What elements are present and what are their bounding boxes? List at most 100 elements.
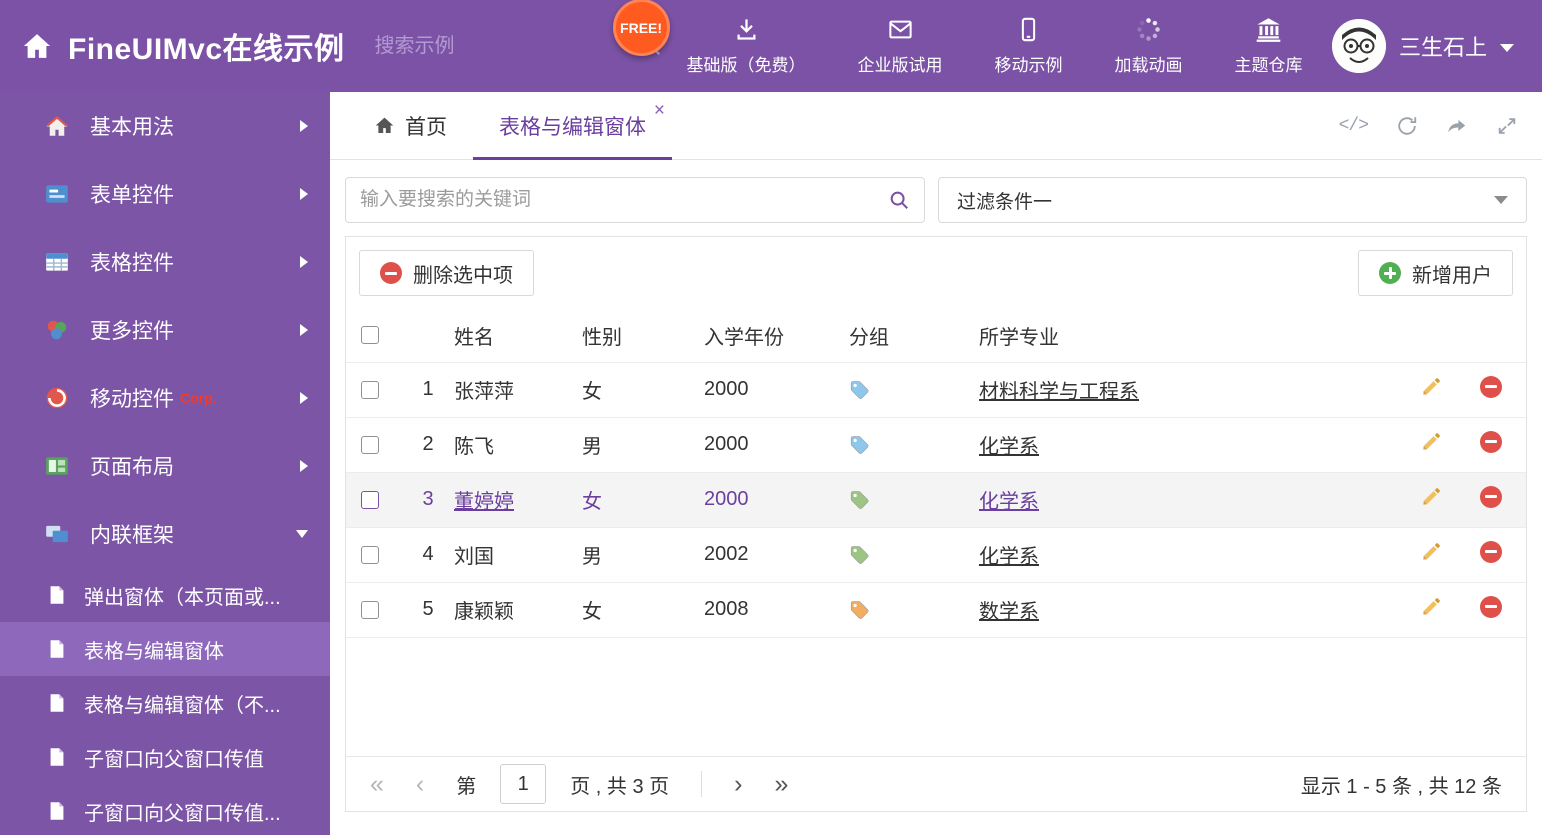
delete-selected-button[interactable]: 删除选中项 xyxy=(359,250,534,296)
user-menu[interactable]: 三生石上 xyxy=(1331,19,1542,73)
nav-label: 基础版（免费） xyxy=(686,56,806,75)
column-header-major[interactable]: 所学专业 xyxy=(975,309,1406,363)
tag-icon xyxy=(849,434,975,455)
row-checkbox[interactable] xyxy=(361,435,379,454)
delete-icon[interactable] xyxy=(1480,595,1502,618)
source-code-icon[interactable]: </> xyxy=(1339,116,1369,136)
sidebar-item-more-controls[interactable]: 更多控件 xyxy=(0,296,330,364)
avatar xyxy=(1331,19,1386,73)
sidebar-subitem-grid-edit-window-2[interactable]: 表格与编辑窗体（不... xyxy=(0,676,330,730)
sidebar-item-basic-usage[interactable]: 基本用法 xyxy=(0,92,330,160)
sidebar-subitem-label: 子窗口向父窗口传值... xyxy=(84,802,281,825)
chevron-down-icon xyxy=(296,530,308,538)
last-page-button[interactable]: » xyxy=(774,771,788,797)
nav-label: 加载动画 xyxy=(1114,56,1183,75)
table-row[interactable]: 2 陈飞 男 2000 化学系 xyxy=(346,417,1526,473)
search-icon[interactable] xyxy=(888,189,910,211)
sidebar: 基本用法 表单控件 表格控件 更多控件 移动控件 Corp. 页面布局 内联框架… xyxy=(0,92,330,835)
select-all-checkbox[interactable] xyxy=(361,326,379,345)
column-header-name[interactable]: 姓名 xyxy=(450,309,578,363)
page-label-prefix: 第 xyxy=(456,775,477,798)
tab-grid-edit-window[interactable]: 表格与编辑窗体 × xyxy=(473,92,672,160)
delete-icon[interactable] xyxy=(1480,430,1502,453)
sidebar-subitem-label: 表格与编辑窗体（不... xyxy=(84,694,281,717)
spinner-icon xyxy=(1135,16,1162,43)
header-search-input[interactable] xyxy=(374,34,640,58)
sidebar-subitem-grid-edit-window[interactable]: 表格与编辑窗体 xyxy=(0,622,330,676)
first-page-button[interactable]: « xyxy=(370,771,384,797)
cell-gender: 女 xyxy=(578,472,700,528)
caret-down-icon xyxy=(1494,196,1508,204)
cell-index: 4 xyxy=(406,527,450,583)
filter-dropdown[interactable]: 过滤条件一 xyxy=(938,177,1527,223)
delete-icon[interactable] xyxy=(1480,485,1502,508)
nav-basic-free[interactable]: FREE! 基础版（免费） xyxy=(612,0,806,76)
chevron-right-icon xyxy=(300,392,308,404)
sidebar-item-inline-frame[interactable]: 内联框架 xyxy=(0,500,330,568)
table-row[interactable]: 4 刘国 男 2002 化学系 xyxy=(346,527,1526,583)
major-link[interactable]: 化学系 xyxy=(979,491,1039,513)
major-link[interactable]: 数学系 xyxy=(979,601,1039,623)
frame-icon xyxy=(44,521,70,547)
column-header-group[interactable]: 分组 xyxy=(845,309,975,363)
edit-icon[interactable] xyxy=(1420,375,1443,398)
next-page-button[interactable]: › xyxy=(734,771,742,797)
major-link[interactable]: 化学系 xyxy=(979,546,1039,568)
cell-name: 刘国 xyxy=(450,527,578,583)
sidebar-subitem-child-to-parent-2[interactable]: 子窗口向父窗口传值... xyxy=(0,784,330,835)
keyword-search xyxy=(345,177,925,223)
edit-icon[interactable] xyxy=(1420,485,1443,508)
sidebar-item-form-controls[interactable]: 表单控件 xyxy=(0,160,330,228)
row-checkbox[interactable] xyxy=(361,380,379,399)
cell-index: 1 xyxy=(406,362,450,418)
edit-icon[interactable] xyxy=(1420,540,1443,563)
major-link[interactable]: 化学系 xyxy=(979,436,1039,458)
share-icon[interactable] xyxy=(1446,115,1468,137)
cell-name: 康颖颖 xyxy=(450,582,578,638)
cell-year: 2000 xyxy=(700,417,845,473)
delete-icon[interactable] xyxy=(1480,540,1502,563)
header-nav: FREE! 基础版（免费） 企业版试用 移动示例 加载动画 主题仓库 xyxy=(612,0,1303,76)
table-row[interactable]: 1 张萍萍 女 2000 材料科学与工程系 xyxy=(346,362,1526,418)
refresh-icon[interactable] xyxy=(1396,115,1418,137)
sidebar-item-label: 更多控件 xyxy=(90,320,174,343)
sidebar-subitem-child-to-parent[interactable]: 子窗口向父窗口传值 xyxy=(0,730,330,784)
sidebar-subitem-label: 子窗口向父窗口传值 xyxy=(84,748,264,771)
column-header-year[interactable]: 入学年份 xyxy=(700,309,845,363)
nav-label: 移动示例 xyxy=(994,56,1063,75)
cell-name: 董婷婷 xyxy=(450,472,578,528)
sidebar-item-page-layout[interactable]: 页面布局 xyxy=(0,432,330,500)
nav-mobile-demo[interactable]: 移动示例 xyxy=(995,16,1063,76)
brand[interactable]: FineUIMvc在线示例 xyxy=(0,24,345,68)
page-number-input[interactable] xyxy=(500,764,547,804)
page-label-suffix: 页 , 共 3 页 xyxy=(570,775,670,798)
major-link[interactable]: 材料科学与工程系 xyxy=(979,381,1139,403)
sidebar-item-grid-controls[interactable]: 表格控件 xyxy=(0,228,330,296)
fullscreen-icon[interactable] xyxy=(1496,115,1518,137)
prev-page-button[interactable]: ‹ xyxy=(416,771,424,797)
close-icon[interactable]: × xyxy=(654,101,665,120)
nav-loading-animation[interactable]: 加载动画 xyxy=(1115,16,1183,76)
edit-icon[interactable] xyxy=(1420,430,1443,453)
sidebar-item-mobile-controls[interactable]: 移动控件 Corp. xyxy=(0,364,330,432)
filter-row: 过滤条件一 xyxy=(330,160,1542,236)
tag-icon xyxy=(849,544,975,565)
row-checkbox[interactable] xyxy=(361,490,379,509)
row-checkbox[interactable] xyxy=(361,545,379,564)
add-user-button[interactable]: 新增用户 xyxy=(1358,250,1513,296)
delete-icon[interactable] xyxy=(1480,375,1502,398)
download-icon xyxy=(733,16,760,43)
nav-theme-repo[interactable]: 主题仓库 xyxy=(1235,16,1303,76)
tag-icon xyxy=(849,379,975,400)
column-header-gender[interactable]: 性别 xyxy=(578,309,700,363)
file-icon xyxy=(46,638,68,660)
table-row-selected[interactable]: 3 董婷婷 女 2000 化学系 xyxy=(346,472,1526,528)
nav-enterprise-trial[interactable]: 企业版试用 xyxy=(858,16,943,76)
row-checkbox[interactable] xyxy=(361,600,379,619)
free-badge: FREE! xyxy=(612,0,670,56)
keyword-search-input[interactable] xyxy=(360,189,888,211)
sidebar-subitem-popup-window[interactable]: 弹出窗体（本页面或... xyxy=(0,568,330,622)
edit-icon[interactable] xyxy=(1420,595,1443,618)
tab-home[interactable]: 首页 xyxy=(348,92,473,159)
table-row[interactable]: 5 康颖颖 女 2008 数学系 xyxy=(346,582,1526,638)
